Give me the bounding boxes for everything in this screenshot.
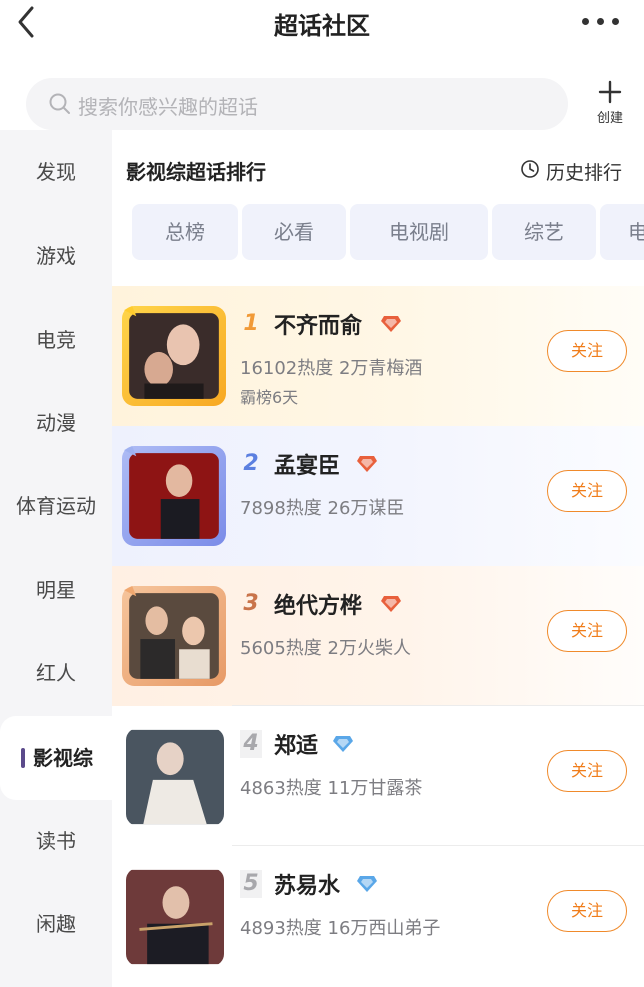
topic-name: 孟宴臣 [274,454,341,479]
rank-number: 5 [240,870,262,898]
ranking-row[interactable]: 2 孟宴臣 7898热度 26万谋臣 关注 [112,426,644,566]
sidebar-item-influencers[interactable]: 红人 [0,631,112,715]
ranking-tabs: 总榜 必看 电视剧 综艺 电 [132,204,644,260]
topic-avatar [126,729,224,825]
rank-number: 2 [243,451,259,476]
topic-stats: 7898热度 26万谋臣 [240,498,405,519]
sidebar-item-discover[interactable]: 发现 [0,130,112,214]
follow-button[interactable]: 关注 [547,890,627,932]
topic-name: 苏易水 [274,874,341,899]
follow-button[interactable]: 关注 [547,750,627,792]
ranking-row[interactable]: 1 不齐而俞 16102热度 2万青梅酒 霸榜6天 关注 [112,286,644,426]
sidebar-item-esports[interactable]: 电竞 [0,298,112,382]
tab-overall[interactable]: 总榜 [132,204,238,260]
topic-avatar [126,869,224,965]
create-button[interactable]: 创建 [588,80,632,126]
search-placeholder: 搜索你感兴趣的超话 [78,95,258,119]
rank-number: 4 [240,730,262,758]
header: 超话社区 [0,0,644,56]
ranking-row[interactable]: 4 郑适 4863热度 11万甘露茶 关注 [112,706,644,846]
clock-icon [521,160,539,178]
topic-streak: 霸榜6天 [240,388,299,407]
rank-number: 1 [243,311,259,336]
plus-icon [598,80,622,104]
follow-button[interactable]: 关注 [547,470,627,512]
page-title: 超话社区 [274,12,370,40]
diamond-badge-icon [333,736,353,752]
topic-stats: 16102热度 2万青梅酒 [240,358,423,379]
topic-name: 不齐而俞 [274,314,363,339]
sidebar-item-film-tv[interactable]: 影视综 [0,716,112,800]
create-label: 创建 [596,111,623,126]
sidebar-item-reading[interactable]: 读书 [0,799,112,883]
topic-name: 郑适 [274,734,319,759]
diamond-badge-icon [357,876,377,892]
topic-name: 绝代方桦 [274,594,363,619]
sidebar-item-stars[interactable]: 明星 [0,548,112,632]
tab-tv-series[interactable]: 电视剧 [350,204,488,260]
history-label: 历史排行 [546,162,623,184]
topic-stats: 4893热度 16万西山弟子 [240,918,441,939]
topic-avatar [122,306,226,406]
history-ranking-link[interactable]: 历史排行 [520,158,624,184]
section-title: 影视综超话排行 [126,160,266,184]
tab-movies[interactable]: 电 [600,204,644,260]
topic-avatar [122,446,226,546]
tab-variety[interactable]: 综艺 [492,204,596,260]
sidebar-item-anime[interactable]: 动漫 [0,381,112,465]
ranking-row[interactable]: 5 苏易水 4893热度 16万西山弟子 关注 [112,846,644,986]
category-sidebar: 发现 游戏 电竞 动漫 体育运动 明星 红人 影视综 读书 闲趣 [0,130,112,987]
diamond-badge-icon [357,456,377,472]
sidebar-item-leisure[interactable]: 闲趣 [0,882,112,966]
diamond-badge-icon [381,316,401,332]
topic-stats: 5605热度 2万火柴人 [240,638,411,659]
rank-number: 3 [243,591,259,616]
topic-stats: 4863热度 11万甘露茶 [240,778,423,799]
follow-button[interactable]: 关注 [547,610,627,652]
diamond-badge-icon [381,596,401,612]
search-icon [49,93,70,114]
sidebar-item-label: 影视综 [33,746,93,770]
search-input[interactable]: 搜索你感兴趣的超话 [26,78,568,130]
ranking-panel: 影视综超话排行 历史排行 总榜 必看 电视剧 综艺 电 1 不齐而俞 16102… [112,130,644,987]
follow-button[interactable]: 关注 [547,330,627,372]
sidebar-item-games[interactable]: 游戏 [0,214,112,298]
active-indicator [21,748,25,768]
ranking-row[interactable]: 3 绝代方桦 5605热度 2万火柴人 关注 [112,566,644,706]
more-dots-icon[interactable] [582,18,622,28]
topic-avatar [122,586,226,686]
tab-must-watch[interactable]: 必看 [242,204,346,260]
sidebar-item-sports[interactable]: 体育运动 [0,464,112,548]
